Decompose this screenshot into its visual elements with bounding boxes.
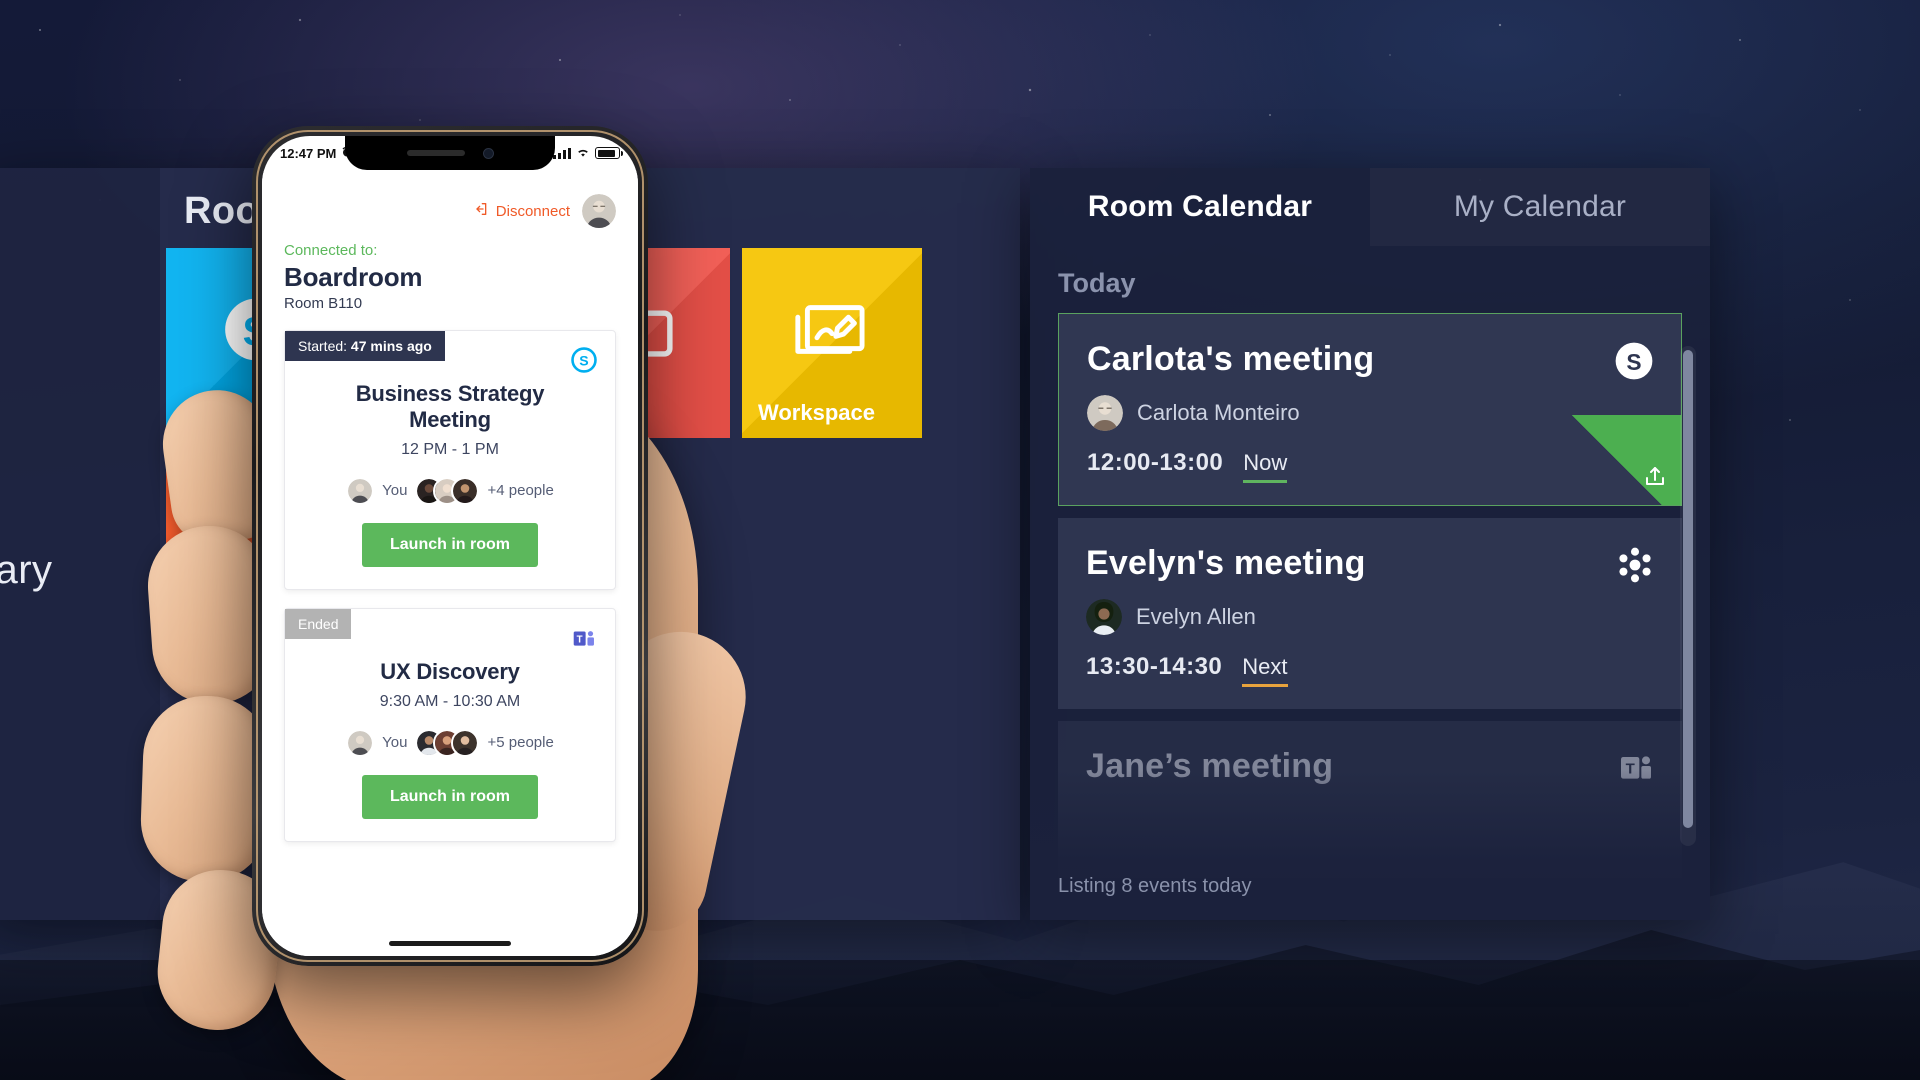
event-time: 12:00-13:00 (1087, 449, 1224, 476)
attendee-overflow-count: +4 people (487, 482, 554, 500)
status-badge: Ended (285, 608, 352, 639)
event-status-flag: Now (1243, 450, 1288, 483)
avatar (346, 728, 375, 757)
calendar-event-list: Carlota's meeting S Carlota Monteiro 12:… (1030, 313, 1710, 878)
badge-prefix: Ended (298, 615, 339, 632)
disconnect-button[interactable]: Disconnect (473, 201, 570, 221)
wifi-icon (576, 146, 590, 161)
avatar (346, 476, 375, 505)
event-time: 13:30-14:30 (1086, 653, 1223, 680)
calendar-event-card[interactable]: Jane’s meeting T (1058, 721, 1682, 878)
svg-text:T: T (577, 634, 583, 645)
event-title: Evelyn's meeting (1086, 544, 1366, 582)
teams-icon: T (571, 625, 597, 656)
room-dashboard-month: nuary (0, 548, 53, 592)
tab-room-calendar[interactable]: Room Calendar (1030, 168, 1370, 246)
badge-value: 47 mins ago (350, 338, 432, 354)
avatar (1087, 395, 1123, 431)
meeting-time: 12 PM - 1 PM (401, 440, 499, 458)
status-bar-time: 12:47 PM (280, 145, 337, 161)
skype-icon: S (1613, 340, 1655, 387)
svg-text:S: S (579, 352, 588, 368)
cellular-bars-icon (553, 147, 571, 159)
svg-text:T: T (1626, 761, 1635, 778)
connected-label: Connected to: (284, 242, 378, 259)
phone-notch (345, 136, 555, 170)
calendar-panel: Room Calendar My Calendar Today Carlota'… (1030, 168, 1710, 920)
attendee-you-label: You (382, 734, 408, 752)
event-title: Jane’s meeting (1086, 747, 1334, 785)
calendar-footer-status: Listing 8 events today (1058, 875, 1252, 897)
screen-root: Room nuary S T (0, 0, 1920, 1080)
calendar-tabs: Room Calendar My Calendar (1030, 168, 1710, 246)
front-camera (482, 147, 494, 159)
calendar-scroll-thumb[interactable] (1683, 350, 1693, 828)
event-organizer-row: Evelyn Allen (1086, 599, 1654, 635)
event-status-flag: Next (1242, 654, 1288, 687)
event-time-row: 13:30-14:30 Next (1086, 653, 1654, 687)
connected-room-number: Room B110 (284, 295, 363, 312)
attendee-overflow-count: +5 people (487, 734, 554, 752)
app-header: Disconnect (284, 184, 616, 238)
tile-workspace[interactable]: Workspace (742, 248, 922, 438)
meeting-title: Business Strategy Meeting (355, 381, 545, 432)
tile-label: Workspace (758, 400, 875, 425)
attendee-avatar-group (415, 476, 480, 505)
status-badge: Started: 47 mins ago (285, 331, 445, 361)
earpiece-speaker (406, 150, 465, 156)
avatar (451, 728, 480, 757)
event-title: Carlota's meeting (1087, 340, 1375, 378)
avatar[interactable] (582, 194, 616, 228)
svg-text:S: S (1626, 349, 1641, 375)
status-bar-right (553, 146, 623, 161)
logout-icon (473, 201, 489, 221)
room-connect-app: Disconnect Connected to: Boardroom Room … (262, 170, 638, 956)
attendee-avatar-group (415, 728, 480, 757)
calendar-event-card[interactable]: Evelyn's meeting Evelyn Allen 13:30-14:3… (1058, 518, 1682, 709)
avatar (451, 476, 480, 505)
teams-icon: T (1616, 747, 1656, 792)
launch-external-icon (1643, 464, 1667, 493)
meeting-title: UX Discovery (380, 658, 520, 684)
meeting-card[interactable]: Started: 47 mins ago S Business Strategy… (284, 330, 616, 590)
status-bar-left: 12:47 PM (280, 146, 353, 161)
calendar-scrollbar[interactable] (1680, 346, 1696, 846)
webex-icon (1614, 544, 1656, 591)
meeting-attendees: You +4 people (285, 476, 615, 505)
home-indicator[interactable] (389, 941, 511, 946)
tab-my-calendar[interactable]: My Calendar (1370, 168, 1710, 246)
skype-icon: S (571, 347, 597, 378)
event-organizer-name: Carlota Monteiro (1137, 400, 1300, 425)
calendar-event-card[interactable]: Carlota's meeting S Carlota Monteiro 12:… (1058, 313, 1682, 506)
phone-screen: 12:47 PM Disconnect Connected to: Boardr… (262, 136, 638, 956)
connected-room-name: Boardroom (284, 262, 423, 292)
meeting-card[interactable]: Ended T UX Discovery 9:30 AM - 10:30 AM … (284, 607, 616, 842)
badge-prefix: Started: (298, 338, 348, 354)
launch-corner[interactable] (1561, 415, 1681, 505)
avatar (1086, 599, 1122, 635)
calendar-section-label: Today (1058, 268, 1136, 298)
meeting-attendees: You +5 people (285, 728, 615, 757)
launch-in-room-button[interactable]: Launch in room (362, 774, 538, 819)
disconnect-label: Disconnect (495, 202, 570, 220)
meeting-time: 9:30 AM - 10:30 AM (379, 692, 521, 710)
battery-icon (595, 147, 623, 159)
whiteboard-icon (791, 295, 873, 368)
launch-in-room-button[interactable]: Launch in room (362, 522, 538, 567)
smartphone-device: 12:47 PM Disconnect Connected to: Boardr… (252, 126, 648, 966)
event-organizer-name: Evelyn Allen (1136, 604, 1256, 629)
attendee-you-label: You (382, 482, 408, 500)
